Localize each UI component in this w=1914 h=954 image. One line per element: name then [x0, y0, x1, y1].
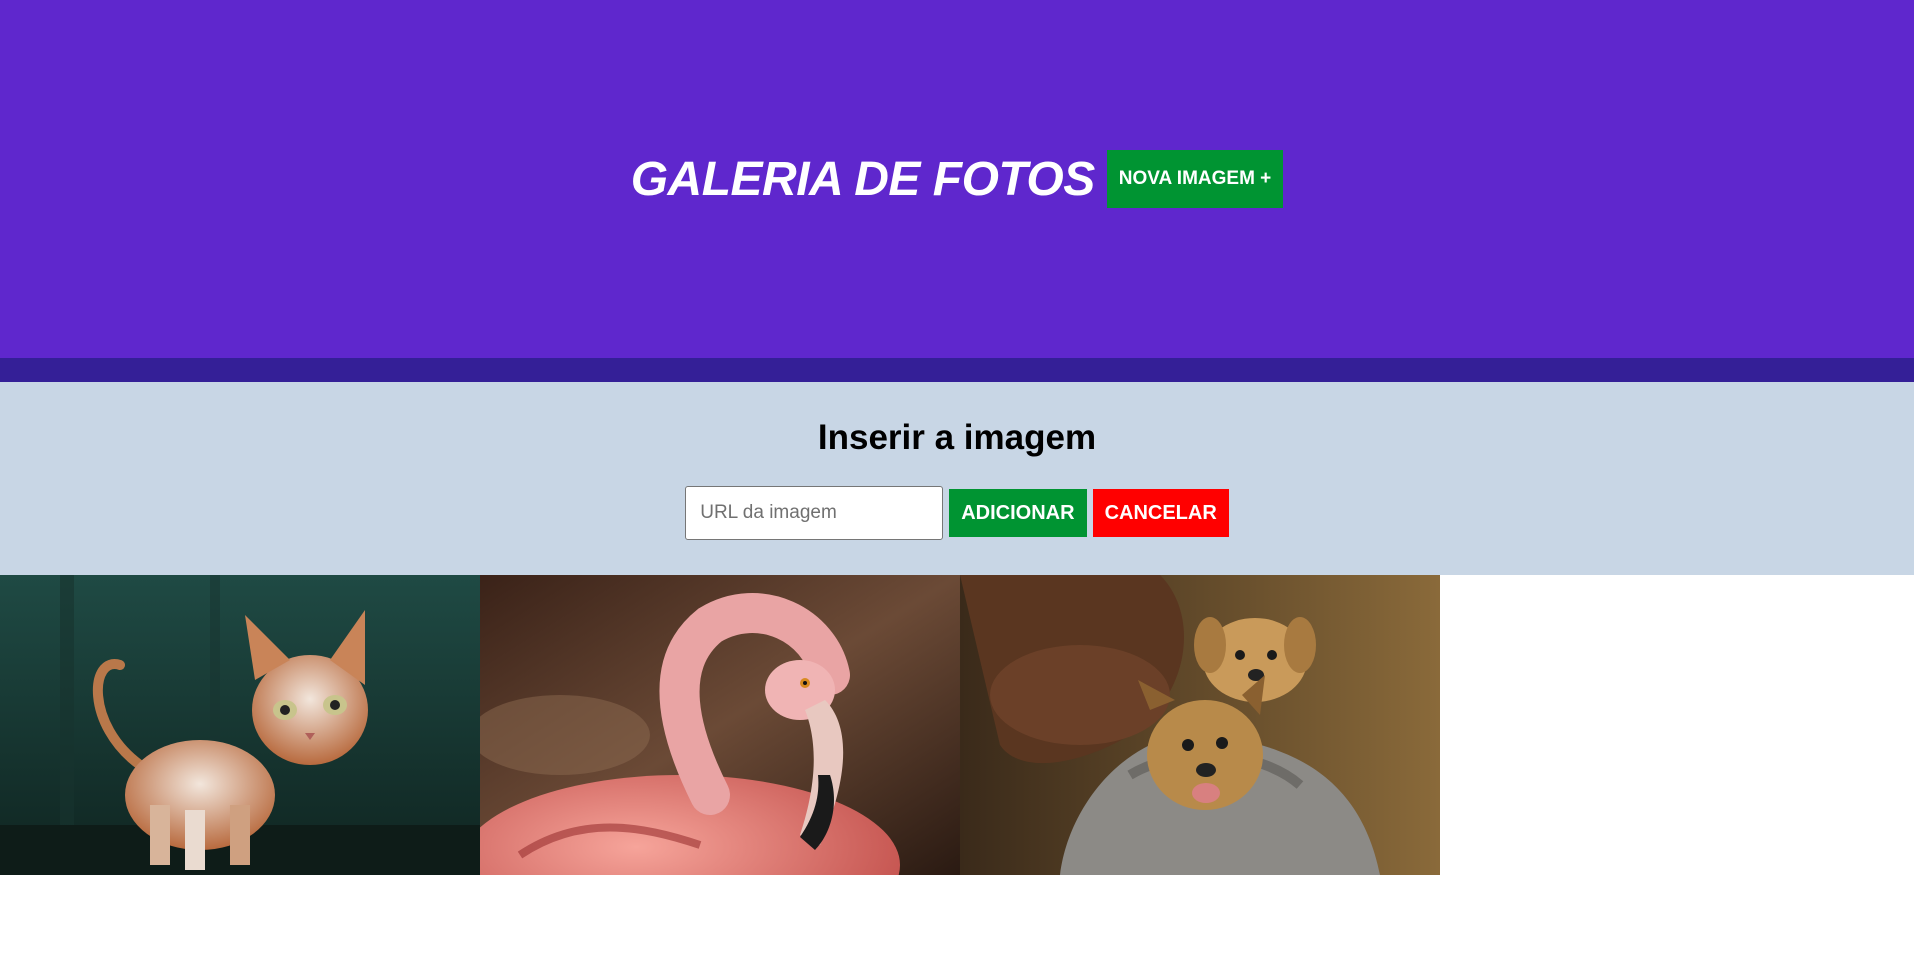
flamingo-image — [480, 575, 960, 875]
page-title: GALERIA DE FOTOS — [630, 152, 1096, 206]
image-url-input[interactable] — [685, 486, 944, 540]
cancel-button[interactable]: CANCELAR — [1092, 489, 1229, 537]
gallery-photo-puppies[interactable] — [960, 575, 1440, 875]
insert-image-form: Inserir a imagem ADICIONAR CANCELAR — [0, 382, 1914, 575]
new-image-button[interactable]: NOVA IMAGEM + — [1106, 150, 1284, 208]
add-button[interactable]: ADICIONAR — [949, 489, 1087, 537]
photo-gallery — [0, 575, 1440, 875]
gallery-photo-cat[interactable] — [0, 575, 480, 875]
header-band — [0, 358, 1914, 382]
cat-image — [0, 575, 480, 875]
form-title: Inserir a imagem — [817, 418, 1097, 457]
header-content: GALERIA DE FOTOS NOVA IMAGEM + — [0, 150, 1914, 208]
form-controls: ADICIONAR CANCELAR — [0, 486, 1914, 540]
gallery-photo-flamingo[interactable] — [480, 575, 960, 875]
puppies-image — [960, 575, 1440, 875]
